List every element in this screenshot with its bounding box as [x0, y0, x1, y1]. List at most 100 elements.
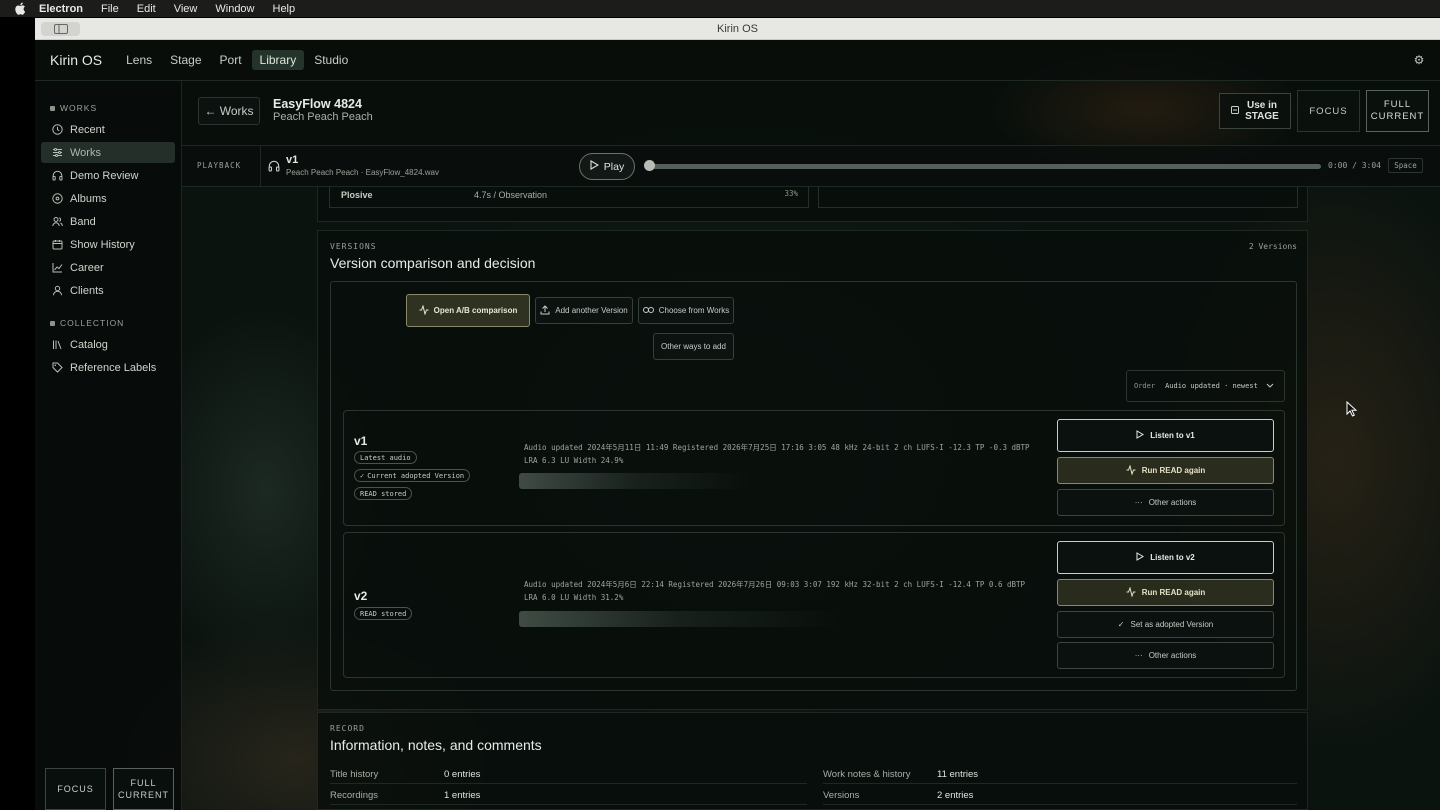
play-icon	[1136, 430, 1145, 441]
play-icon	[590, 160, 599, 173]
plosive-name: Plosive	[341, 190, 373, 200]
sidebar-toggle-icon[interactable]	[41, 22, 80, 36]
section-label: RECORD	[330, 724, 365, 733]
tab-studio[interactable]: Studio	[306, 50, 356, 70]
work-artist: Peach Peach Peach	[273, 111, 373, 123]
space-shortcut-hint: Space	[1388, 158, 1423, 173]
order-label: Order	[1134, 382, 1156, 390]
sidebar-item-demo-review[interactable]: Demo Review	[41, 165, 175, 186]
analysis-card: Plosive 4.7s / Observation 33%	[317, 187, 1308, 222]
versions-count: 2 Versions	[1248, 242, 1297, 251]
menu-file[interactable]: File	[101, 3, 119, 15]
sidebar: WORKS Recent Works Demo Review Albums Ba…	[35, 81, 182, 810]
sidebar-item-career[interactable]: Career	[41, 257, 175, 278]
menu-window[interactable]: Window	[215, 3, 254, 15]
tab-library[interactable]: Library	[251, 50, 305, 70]
section-title: Version comparison and decision	[330, 255, 536, 271]
mac-menubar: Electron File Edit View Window Help	[0, 0, 1440, 17]
sidebar-item-recent[interactable]: Recent	[41, 119, 175, 140]
order-select[interactable]: Order Audio updated · newest	[1126, 370, 1285, 402]
tab-lens[interactable]: Lens	[118, 50, 160, 70]
chevron-down-icon	[1266, 383, 1274, 390]
more-icon: ···	[1134, 651, 1143, 660]
work-title: EasyFlow 4824	[273, 97, 362, 111]
sidebar-item-works[interactable]: Works	[41, 142, 175, 163]
check-icon: ✓	[1117, 620, 1125, 629]
app-window: Kirin OS Kirin OS Lens Stage Port Librar…	[35, 18, 1440, 810]
full-mode-button[interactable]: FULL CURRENT	[113, 768, 174, 810]
brand-logo[interactable]: Kirin OS	[50, 52, 102, 68]
version-metadata: Audio updated 2024年5月6日 22:14 Registered…	[524, 580, 1026, 602]
sidebar-item-reference-labels[interactable]: Reference Labels	[41, 357, 175, 378]
use-in-stage-button[interactable]: Use in STAGE	[1219, 93, 1291, 129]
plosive-detail: 4.7s / Observation	[474, 190, 548, 200]
back-to-works-button[interactable]: ← Works	[198, 97, 260, 125]
sidebar-item-catalog[interactable]: Catalog	[41, 334, 175, 355]
focus-mode-button[interactable]: FOCUS	[45, 768, 106, 810]
run-read-v2-button[interactable]: Run READ again	[1057, 579, 1274, 606]
sidebar-item-show-history[interactable]: Show History	[41, 234, 175, 255]
headphones-icon	[267, 159, 280, 172]
sidebar-item-label: Recent	[70, 123, 105, 136]
play-button[interactable]: Play	[579, 153, 635, 180]
waveform-icon	[1126, 463, 1136, 477]
versions-panel: Open A/B comparison Add another Version …	[330, 281, 1297, 691]
badge-read-stored: READ stored	[354, 607, 413, 620]
run-read-v1-button[interactable]: Run READ again	[1057, 457, 1274, 484]
sidebar-section-collection: COLLECTION	[50, 318, 181, 328]
sidebar-item-clients[interactable]: Clients	[41, 280, 175, 301]
tab-stage[interactable]: Stage	[162, 50, 209, 70]
version-card-v2: v2 READ stored Audio updated 2024年5月6日 2…	[343, 532, 1285, 678]
sidebar-item-label: Reference Labels	[70, 361, 157, 374]
version-metadata: Audio updated 2024年5月11日 11:49 Registere…	[524, 443, 1030, 465]
sidebar-item-band[interactable]: Band	[41, 211, 175, 232]
record-row-title-history[interactable]: Title history 0 entries	[330, 764, 807, 784]
disc-icon	[51, 192, 64, 205]
scrubber-handle[interactable]	[644, 160, 655, 171]
full-current-button[interactable]: FULL CURRENT	[1366, 90, 1429, 132]
version-name: v2	[354, 589, 368, 603]
sidebar-item-label: Career	[70, 261, 104, 274]
other-actions-v2-button[interactable]: ··· Other actions	[1057, 642, 1274, 669]
record-row-work-notes[interactable]: Work notes & history 11 entries	[823, 764, 1297, 784]
order-value: Audio updated · newest	[1165, 382, 1258, 390]
other-actions-v1-button[interactable]: ··· Other actions	[1057, 489, 1274, 516]
version-card-v1: v1 Latest audio ✓ Current adopted Version…	[343, 410, 1285, 526]
listen-v1-button[interactable]: Listen to v1	[1057, 419, 1274, 452]
sidebar-item-albums[interactable]: Albums	[41, 188, 175, 209]
divider	[260, 146, 261, 187]
plosive-percent: 33%	[784, 189, 798, 198]
headphones-icon	[51, 169, 64, 182]
check-icon: ✓	[360, 471, 365, 480]
add-another-version-button[interactable]: Add another Version	[535, 297, 633, 324]
top-navigation: Kirin OS Lens Stage Port Library Studio …	[35, 40, 1440, 81]
gear-icon[interactable]: ⚙	[1412, 53, 1426, 67]
badge-read-stored: READ stored	[354, 487, 413, 500]
analysis-panel-right	[818, 187, 1298, 208]
listen-v2-button[interactable]: Listen to v2	[1057, 541, 1274, 574]
sidebar-footer: FOCUS FULL CURRENT	[45, 768, 174, 810]
chart-icon	[51, 261, 64, 274]
sidebar-item-label: Catalog	[70, 338, 108, 351]
record-row-recordings[interactable]: Recordings 1 entries	[330, 785, 807, 805]
menu-view[interactable]: View	[174, 3, 198, 15]
menu-help[interactable]: Help	[273, 3, 296, 15]
other-ways-to-add-button[interactable]: Other ways to add	[653, 333, 734, 360]
playback-time: 0:00 / 3:04	[1328, 161, 1381, 170]
record-row-versions[interactable]: Versions 2 entries	[823, 785, 1297, 805]
menu-edit[interactable]: Edit	[137, 3, 156, 15]
choose-from-works-button[interactable]: Choose from Works	[638, 297, 734, 324]
playback-scrubber[interactable]	[647, 164, 1321, 169]
user-icon	[51, 284, 64, 297]
apple-icon[interactable]	[14, 2, 27, 15]
sidebar-section-works: WORKS	[50, 103, 181, 113]
work-header: ← Works EasyFlow 4824 Peach Peach Peach …	[182, 81, 1440, 146]
version-name: v1	[354, 434, 368, 448]
tab-port[interactable]: Port	[212, 50, 250, 70]
menu-app-name[interactable]: Electron	[39, 3, 83, 15]
record-section: RECORD Information, notes, and comments …	[317, 712, 1308, 810]
open-ab-comparison-button[interactable]: Open A/B comparison	[406, 294, 530, 327]
set-adopted-version-button[interactable]: ✓ Set as adopted Version	[1057, 611, 1274, 638]
focus-button[interactable]: FOCUS	[1297, 90, 1360, 132]
window-titlebar: Kirin OS	[35, 18, 1440, 40]
